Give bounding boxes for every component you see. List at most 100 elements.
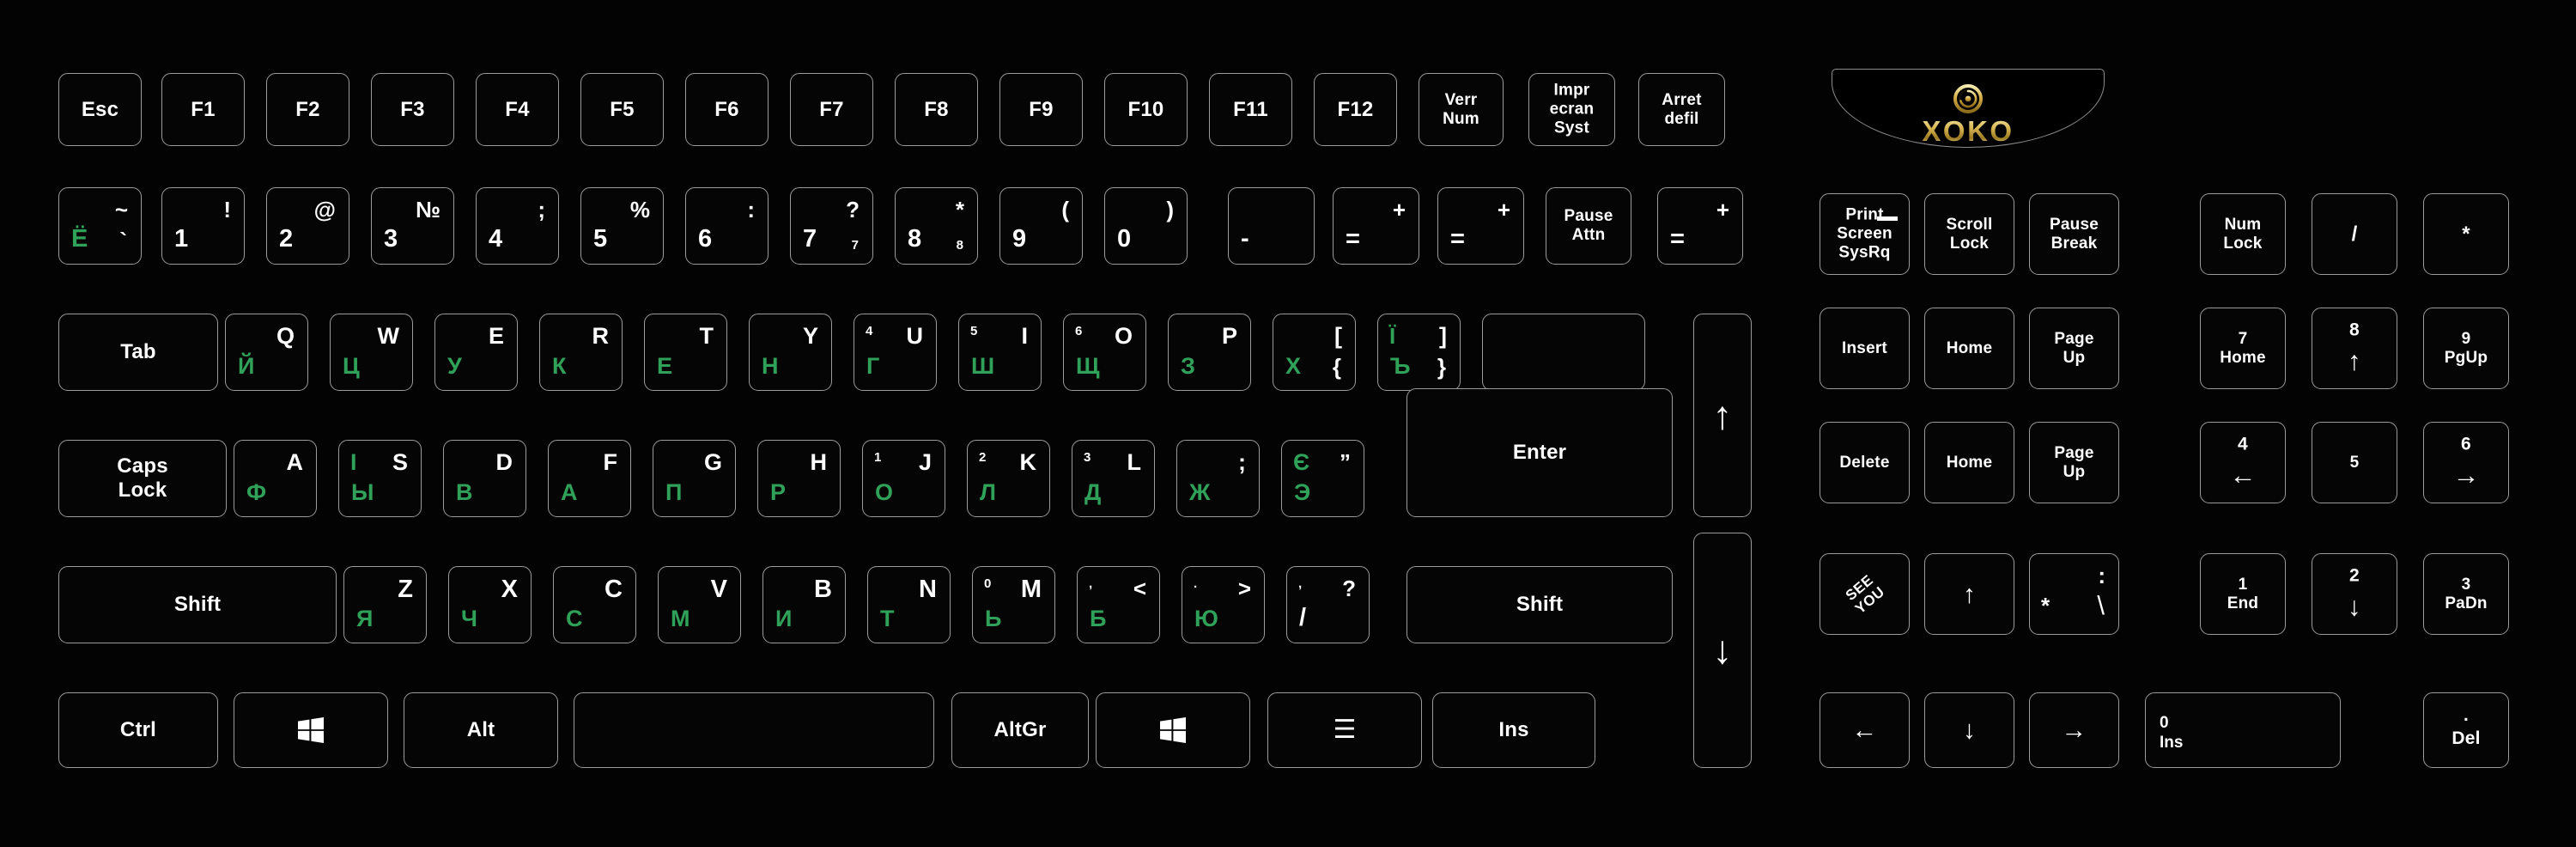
key-enter[interactable]: Enter (1406, 388, 1673, 517)
key-home-2[interactable]: Home (1924, 422, 2014, 503)
key-digit-4[interactable]: ; 4 (476, 187, 559, 265)
key-key-p[interactable]: PЗ (1168, 314, 1251, 391)
key-key-g[interactable]: GП (653, 440, 736, 517)
key-key-c[interactable]: CС (553, 566, 636, 643)
key-key-n[interactable]: NТ (867, 566, 951, 643)
key-f5[interactable]: F5 (580, 73, 664, 146)
key-see-you[interactable]: SEE YOU (1820, 553, 1910, 635)
key-minus[interactable]: - (1228, 187, 1315, 265)
key-numpad-7-home[interactable]: 7 Home (2200, 308, 2286, 389)
key-alt-left[interactable]: Alt (404, 692, 558, 768)
key-arret-defil[interactable]: Arret defil (1638, 73, 1725, 146)
key-key-r[interactable]: RК (539, 314, 623, 391)
key-equal-dup[interactable]: + = (1437, 187, 1524, 265)
key-key-s[interactable]: S ІЫ (338, 440, 422, 517)
key-f8[interactable]: F8 (895, 73, 978, 146)
key-digit-9[interactable]: (9 (999, 187, 1083, 265)
key-pause-break[interactable]: Pause Break (2029, 193, 2119, 275)
key-colon-backslash[interactable]: : * \ (2029, 553, 2119, 635)
key-digit-8[interactable]: * 8 8 (895, 187, 978, 265)
key-ins[interactable]: Ins (1432, 692, 1595, 768)
key-bracket-right[interactable]: ] Ї} Ъ (1377, 314, 1461, 391)
key-backquote[interactable]: ~ ` Ё (58, 187, 142, 265)
key-delete[interactable]: Delete (1820, 422, 1910, 503)
key-digit-7[interactable]: ? 7 7 (790, 187, 873, 265)
key-menu[interactable]: ☰ (1267, 692, 1422, 768)
key-numpad-9-pgup[interactable]: 9 PgUp (2423, 308, 2509, 389)
key-num-lock[interactable]: Num Lock (2200, 193, 2286, 275)
key-numpad-1-end[interactable]: 1 End (2200, 553, 2286, 635)
key-period[interactable]: >. Ю (1182, 566, 1265, 643)
key-key-j[interactable]: J 1 О (862, 440, 945, 517)
key-win-left[interactable] (234, 692, 388, 768)
key-f1[interactable]: F1 (161, 73, 245, 146)
key-numpad-divide[interactable]: / (2312, 193, 2397, 275)
key-scroll-lock[interactable]: Scroll Lock (1924, 193, 2014, 275)
key-esc[interactable]: Esc (58, 73, 142, 146)
key-f7[interactable]: F7 (790, 73, 873, 146)
key-equal-dup2[interactable]: + = (1657, 187, 1743, 265)
key-numpad-8-up[interactable]: 8 ↑ (2312, 308, 2397, 389)
key-space[interactable] (574, 692, 934, 768)
key-caps-lock[interactable]: Caps Lock (58, 440, 227, 517)
key-numpad-6-right[interactable]: 6 → (2423, 422, 2509, 503)
key-f11[interactable]: F11 (1209, 73, 1292, 146)
key-key-y[interactable]: YН (749, 314, 832, 391)
key-digit-6[interactable]: :6 (685, 187, 769, 265)
key-arrow-down[interactable]: ↓ (1924, 692, 2014, 768)
key-key-e[interactable]: EУ (434, 314, 518, 391)
key-key-x[interactable]: XЧ (448, 566, 532, 643)
key-numpad-del[interactable]: . Del (2423, 692, 2509, 768)
key-arrow-down-tall[interactable]: ↓ (1693, 533, 1752, 768)
key-key-t[interactable]: TЕ (644, 314, 727, 391)
key-digit-2[interactable]: @2 (266, 187, 349, 265)
key-f9[interactable]: F9 (999, 73, 1083, 146)
key-arrow-right[interactable]: → (2029, 692, 2119, 768)
key-key-w[interactable]: WЦ (330, 314, 413, 391)
key-equal[interactable]: + = (1333, 187, 1419, 265)
key-digit-1[interactable]: ! 1 (161, 187, 245, 265)
key-ctrl-left[interactable]: Ctrl (58, 692, 218, 768)
key-win-right[interactable] (1096, 692, 1250, 768)
key-shift-left[interactable]: Shift (58, 566, 337, 643)
key-numpad-multiply[interactable]: * (2423, 193, 2509, 275)
key-numpad-2-down[interactable]: 2 ↓ (2312, 553, 2397, 635)
key-key-q[interactable]: QЙ (225, 314, 308, 391)
key-digit-3[interactable]: № 3 (371, 187, 454, 265)
key-print-screen-sysrq[interactable]: Print Screen SysRq (1820, 193, 1910, 275)
key-key-a[interactable]: AФ (234, 440, 317, 517)
key-f4[interactable]: F4 (476, 73, 559, 146)
key-digit-5[interactable]: % 5 (580, 187, 664, 265)
key-digit-0[interactable]: ) 0 (1104, 187, 1188, 265)
key-quote[interactable]: ” Є Э (1281, 440, 1364, 517)
key-key-f[interactable]: FА (548, 440, 631, 517)
key-key-z[interactable]: ZЯ (343, 566, 427, 643)
key-backslash-blank[interactable] (1482, 314, 1645, 391)
key-f2[interactable]: F2 (266, 73, 349, 146)
key-key-b[interactable]: BИ (762, 566, 846, 643)
key-f6[interactable]: F6 (685, 73, 769, 146)
key-home-1[interactable]: Home (1924, 308, 2014, 389)
key-key-k[interactable]: K 2 Л (967, 440, 1050, 517)
key-key-v[interactable]: VМ (658, 566, 741, 643)
key-numpad-0-ins[interactable]: 0 Ins (2145, 692, 2341, 768)
key-pause-attn[interactable]: Pause Attn (1546, 187, 1631, 265)
key-impr-ecran-syst[interactable]: Impr ecran Syst (1528, 73, 1615, 146)
key-arrow-up-tall[interactable]: ↑ (1693, 314, 1752, 517)
key-verr-num[interactable]: Verr Num (1419, 73, 1504, 146)
key-f3[interactable]: F3 (371, 73, 454, 146)
key-bracket-left[interactable]: [{Х (1273, 314, 1356, 391)
key-insert[interactable]: Insert (1820, 308, 1910, 389)
key-comma[interactable]: <, Б (1077, 566, 1160, 643)
key-shift-right[interactable]: Shift (1406, 566, 1673, 643)
key-f10[interactable]: F10 (1104, 73, 1188, 146)
key-tab[interactable]: Tab (58, 314, 218, 391)
key-key-o[interactable]: O 6 Щ (1063, 314, 1146, 391)
key-page-up-1[interactable]: Page Up (2029, 308, 2119, 389)
key-arrow-left[interactable]: ← (1820, 692, 1910, 768)
key-f12[interactable]: F12 (1314, 73, 1397, 146)
key-key-l[interactable]: L 3 Д (1072, 440, 1155, 517)
key-altgr[interactable]: AltGr (951, 692, 1089, 768)
key-key-m[interactable]: M 0 Ь (972, 566, 1055, 643)
key-numpad-5[interactable]: 5 (2312, 422, 2397, 503)
